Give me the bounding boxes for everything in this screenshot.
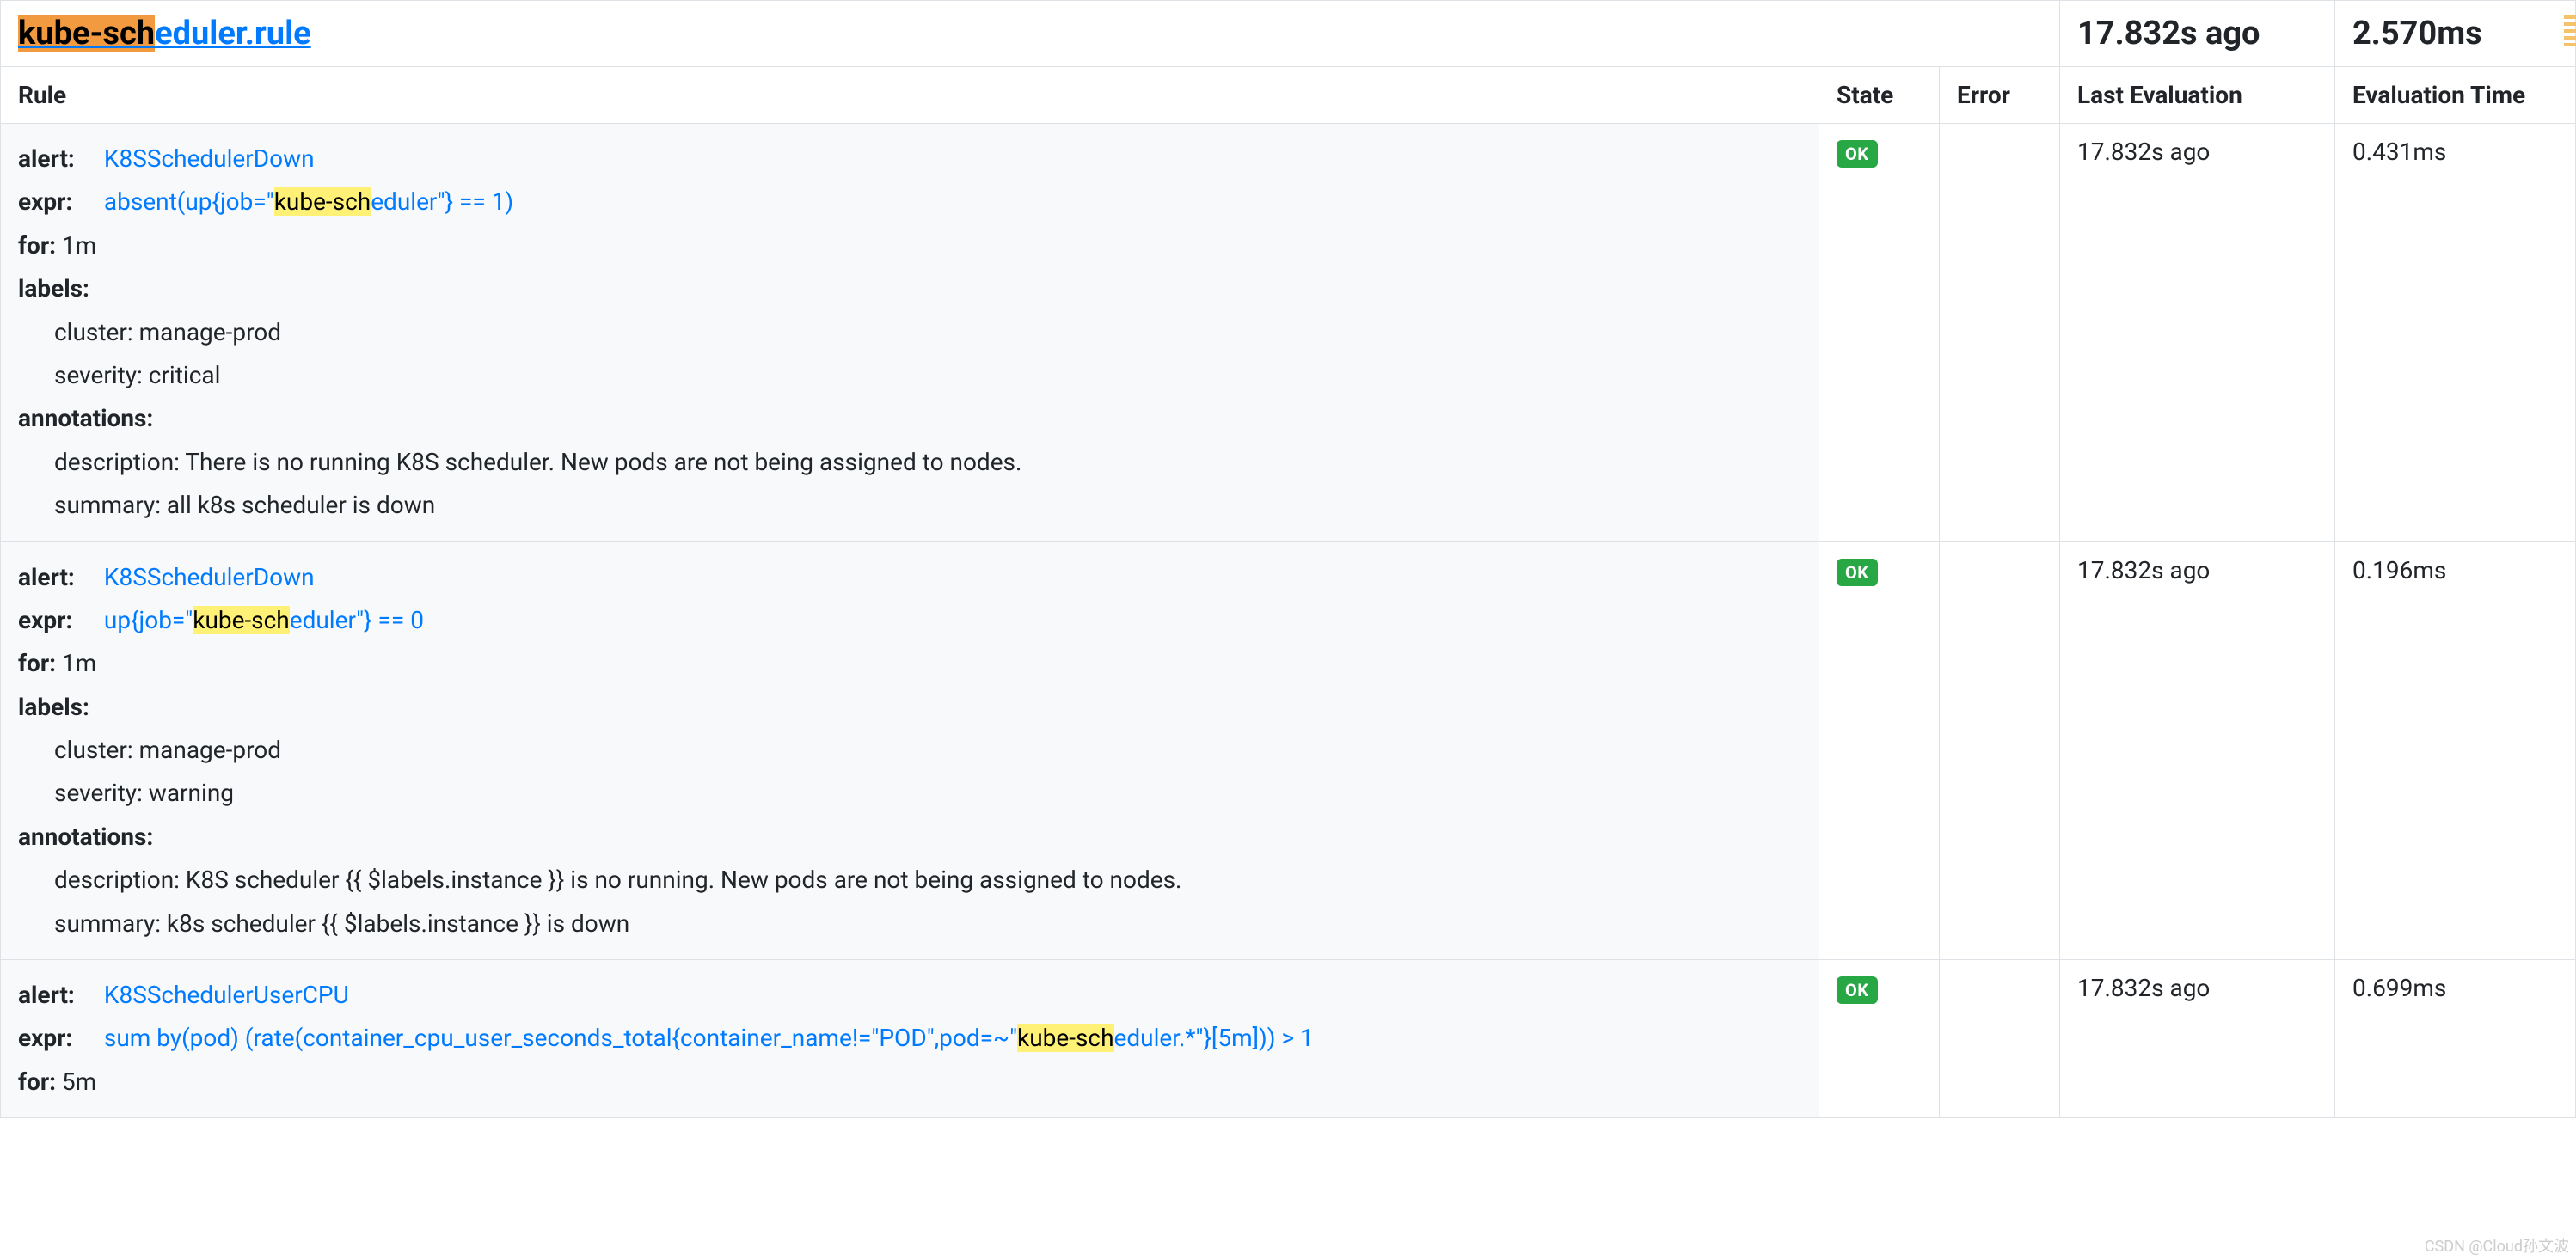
- table-row: alert: K8SSchedulerUserCPU expr: sum by(…: [1, 960, 2576, 1118]
- label-expr: expr:: [18, 180, 92, 223]
- alert-link[interactable]: K8SSchedulerUserCPU: [104, 981, 349, 1009]
- state-cell: OK: [1819, 960, 1940, 1118]
- annotation-description: description: K8S scheduler {{ $labels.in…: [18, 859, 1801, 902]
- error-cell: [1940, 960, 2060, 1118]
- group-last-eval: 17.832s ago: [2060, 1, 2335, 67]
- last-eval-cell: 17.832s ago: [2060, 541, 2335, 960]
- label-labels: labels:: [18, 267, 89, 310]
- error-cell: [1940, 124, 2060, 542]
- edge-decoration: [2564, 15, 2576, 50]
- annotation-summary: summary: k8s scheduler {{ $labels.instan…: [18, 902, 1801, 945]
- rules-table: kube-scheduler.rule 17.832s ago 2.570ms …: [0, 0, 2576, 1118]
- header-error: Error: [1940, 67, 2060, 124]
- label-expr: expr:: [18, 599, 92, 642]
- eval-time-cell: 0.431ms: [2335, 124, 2576, 542]
- expr-link[interactable]: absent(up{job="kube-scheduler"} == 1): [104, 187, 513, 216]
- annotation-summary: summary: all k8s scheduler is down: [18, 484, 1801, 527]
- table-row: alert: K8SSchedulerDown expr: up{job="ku…: [1, 541, 2576, 960]
- highlight-text: kube-sch: [193, 606, 289, 634]
- eval-time-cell: 0.699ms: [2335, 960, 2576, 1118]
- label-for: for:: [18, 642, 56, 685]
- header-eval-time: Evaluation Time: [2335, 67, 2576, 124]
- rule-cell: alert: K8SSchedulerUserCPU expr: sum by(…: [1, 960, 1819, 1118]
- group-name-rest: eduler.rule: [155, 15, 311, 52]
- rule-group-row: kube-scheduler.rule 17.832s ago 2.570ms: [1, 1, 2576, 67]
- table-row: alert: K8SSchedulerDown expr: absent(up{…: [1, 124, 2576, 542]
- eval-time-cell: 0.196ms: [2335, 541, 2576, 960]
- highlight-text: kube-sch: [274, 187, 371, 216]
- label-alert: alert:: [18, 556, 92, 599]
- state-cell: OK: [1819, 541, 1940, 960]
- last-eval-cell: 17.832s ago: [2060, 960, 2335, 1118]
- alert-link[interactable]: K8SSchedulerDown: [104, 563, 315, 591]
- error-cell: [1940, 541, 2060, 960]
- for-value: 1m: [62, 231, 96, 260]
- header-rule: Rule: [1, 67, 1819, 124]
- label-for: for:: [18, 224, 56, 267]
- label-annotations: annotations:: [18, 397, 153, 440]
- alert-link[interactable]: K8SSchedulerDown: [104, 144, 315, 173]
- label-annotations: annotations:: [18, 816, 153, 859]
- label-alert: alert:: [18, 974, 92, 1017]
- for-value: 5m: [62, 1067, 96, 1096]
- header-state: State: [1819, 67, 1940, 124]
- highlight-text: kube-sch: [1017, 1024, 1113, 1052]
- expr-link[interactable]: up{job="kube-scheduler"} == 0: [104, 606, 424, 634]
- label-severity: severity: critical: [18, 354, 1801, 397]
- rule-cell: alert: K8SSchedulerDown expr: up{job="ku…: [1, 541, 1819, 960]
- annotation-description: description: There is no running K8S sch…: [18, 441, 1801, 484]
- label-expr: expr:: [18, 1017, 92, 1060]
- rule-group-link[interactable]: kube-scheduler.rule: [18, 15, 311, 52]
- watermark: CSDN @Cloud孙文波: [2425, 1234, 2569, 1257]
- last-eval-cell: 17.832s ago: [2060, 124, 2335, 542]
- rule-cell: alert: K8SSchedulerDown expr: absent(up{…: [1, 124, 1819, 542]
- for-value: 1m: [62, 649, 96, 677]
- status-badge: OK: [1837, 140, 1878, 168]
- status-badge: OK: [1837, 976, 1878, 1004]
- header-row: Rule State Error Last Evaluation Evaluat…: [1, 67, 2576, 124]
- header-last-eval: Last Evaluation: [2060, 67, 2335, 124]
- label-for: for:: [18, 1061, 56, 1104]
- status-badge: OK: [1837, 559, 1878, 586]
- expr-link[interactable]: sum by(pod) (rate(container_cpu_user_sec…: [104, 1024, 1314, 1052]
- state-cell: OK: [1819, 124, 1940, 542]
- label-severity: severity: warning: [18, 772, 1801, 815]
- label-labels: labels:: [18, 686, 89, 729]
- label-cluster: cluster: manage-prod: [18, 311, 1801, 354]
- label-cluster: cluster: manage-prod: [18, 729, 1801, 772]
- group-eval-time: 2.570ms: [2335, 1, 2576, 67]
- label-alert: alert:: [18, 138, 92, 180]
- highlight-text: kube-sch: [18, 15, 155, 52]
